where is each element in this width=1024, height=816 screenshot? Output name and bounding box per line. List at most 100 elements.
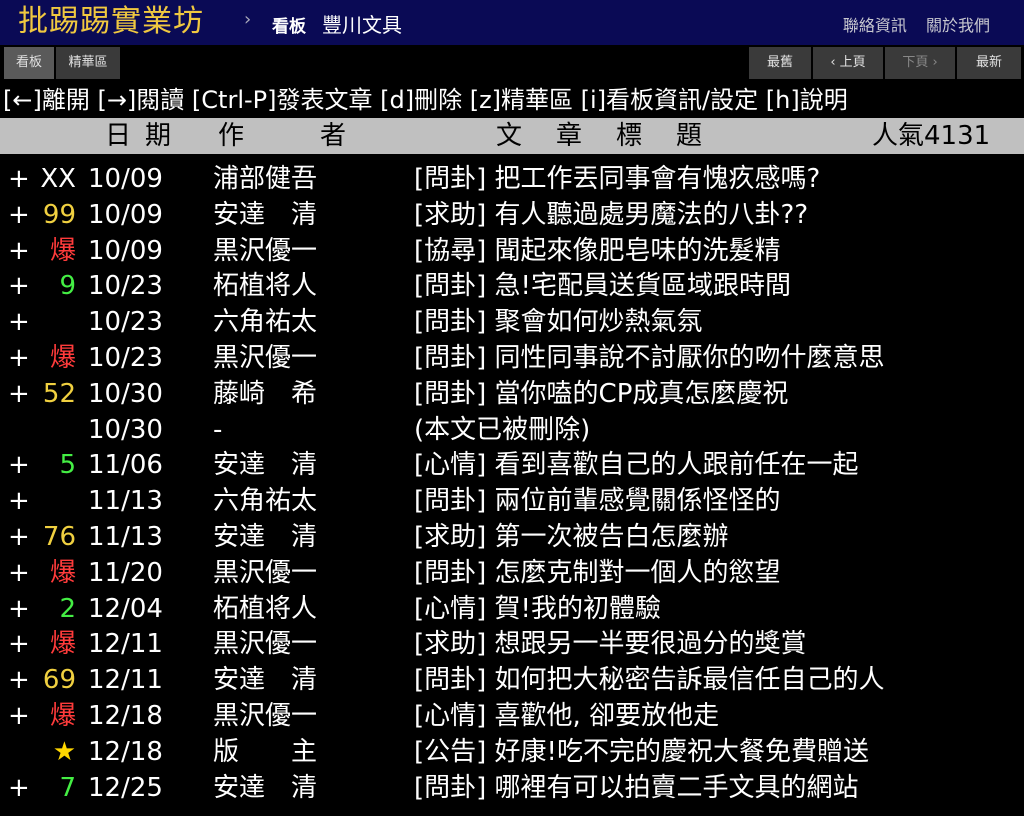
post-mark: + — [8, 199, 30, 230]
push-count: 爆 — [49, 235, 76, 266]
post-row[interactable]: +5 11/06 安達 清 [心情] 看到喜歡自己的人跟前任在一起 — [0, 448, 1024, 484]
site-header: 批踢踢實業坊 › 看板 豐川文具 聯絡資訊 關於我們 — [0, 0, 1024, 45]
post-mark: + — [8, 593, 30, 624]
post-author: 柘植将人 — [213, 593, 318, 624]
post-mark: + — [8, 700, 30, 731]
post-author: 黒沢優一 — [213, 235, 318, 266]
header-links: 聯絡資訊 關於我們 — [829, 12, 990, 36]
post-author: 藤崎 希 — [213, 378, 318, 409]
post-mark: + — [8, 235, 30, 266]
post-date: 10/23 — [88, 342, 163, 373]
post-title-link[interactable]: [問卦] 當你嗑的CP成真怎麼慶祝 — [414, 377, 788, 413]
post-author: 黒沢優一 — [213, 342, 318, 373]
breadcrumb-board-label[interactable]: 看板 — [272, 12, 306, 37]
site-logo[interactable]: 批踢踢實業坊 — [18, 2, 204, 42]
post-row[interactable]: ★ 12/18 版 主 [公告] 好康!吃不完的慶祝大餐免費贈送 — [0, 735, 1024, 771]
post-date: 12/11 — [88, 665, 163, 696]
header-title: 文 章 標 題 — [496, 121, 707, 151]
toolbar: 看板 精華區 最舊 ‹ 上頁 下頁 › 最新 — [0, 45, 1024, 81]
post-date: 12/25 — [88, 772, 163, 803]
post-mark: + — [8, 486, 30, 517]
post-title-link[interactable]: [問卦] 哪裡有可以拍賣二手文具的網站 — [414, 771, 859, 807]
post-row[interactable]: +76 11/13 安達 清 [求助] 第一次被告白怎麼辦 — [0, 520, 1024, 556]
post-title-link[interactable]: [心情] 喜歡他, 卻要放他走 — [414, 699, 719, 735]
post-mark: + — [8, 665, 30, 696]
post-title-link[interactable]: [心情] 賀!我的初體驗 — [414, 592, 661, 628]
push-count: 52 — [42, 378, 76, 409]
post-author: 六角祐太 — [213, 486, 318, 517]
post-row[interactable]: + 爆 11/20 黒沢優一 [問卦] 怎麼克制對一個人的慾望 — [0, 556, 1024, 592]
breadcrumb-board-name[interactable]: 豐川文具 — [322, 9, 402, 38]
post-row[interactable]: 10/30 - (本文已被刪除) — [0, 413, 1024, 449]
post-date: 11/13 — [88, 486, 163, 517]
post-row[interactable]: +7 12/25 安達 清 [問卦] 哪裡有可以拍賣二手文具的網站 — [0, 771, 1024, 807]
post-author: 版 主 — [213, 736, 318, 767]
post-title-link[interactable]: [心情] 看到喜歡自己的人跟前任在一起 — [414, 448, 859, 484]
tab-digest[interactable]: 精華區 — [56, 47, 120, 79]
newest-page-button[interactable]: 最新 — [957, 47, 1021, 79]
header-author: 作 者 — [218, 121, 355, 151]
post-title-link[interactable]: [求助] 有人聽過處男魔法的八卦?? — [414, 198, 808, 234]
push-count: XX — [40, 164, 76, 194]
post-title-link[interactable]: [問卦] 兩位前輩感覺關係怪怪的 — [414, 484, 781, 520]
post-author: - — [213, 414, 223, 445]
post-row[interactable]: +2 12/04 柘植将人 [心情] 賀!我的初體驗 — [0, 592, 1024, 628]
post-title-link[interactable]: [求助] 想跟另一半要很過分的獎賞 — [414, 627, 807, 663]
list-header: 日期 作 者 文 章 標 題 人氣4131 — [0, 118, 1024, 154]
post-row[interactable]: +69 12/11 安達 清 [問卦] 如何把大秘密告訴最信任自己的人 — [0, 663, 1024, 699]
post-row[interactable]: + 爆 10/09 黒沢優一 [協尋] 聞起來像肥皂味的洗髮精 — [0, 234, 1024, 270]
push-count: 69 — [42, 665, 76, 696]
post-date: 11/06 — [88, 450, 163, 481]
oldest-page-button[interactable]: 最舊 — [749, 47, 811, 79]
post-mark: + — [8, 772, 30, 803]
post-author: 六角祐太 — [213, 307, 318, 338]
post-date: 10/23 — [88, 307, 163, 338]
post-title-link[interactable]: [問卦] 急!宅配員送貨區域跟時間 — [414, 269, 791, 305]
post-row[interactable]: +52 10/30 藤崎 希 [問卦] 當你嗑的CP成真怎麼慶祝 — [0, 377, 1024, 413]
push-count: 2 — [59, 593, 76, 624]
post-title-link[interactable]: (本文已被刪除) — [414, 413, 590, 449]
post-row[interactable]: +11/13 六角祐太 [問卦] 兩位前輩感覺關係怪怪的 — [0, 484, 1024, 520]
post-list: + XX 10/09 浦部健吾 [問卦] 把工作丟同事會有愧疚感嗎? +99 10/09 安達… — [0, 162, 1024, 806]
post-date: 12/18 — [88, 736, 163, 767]
post-date: 11/13 — [88, 521, 163, 552]
header-date: 日期 — [105, 121, 186, 151]
tab-board[interactable]: 看板 — [4, 47, 54, 79]
post-date: 10/23 — [88, 271, 163, 302]
post-title-link[interactable]: [問卦] 聚會如何炒熱氣氛 — [414, 305, 703, 341]
post-author: 黒沢優一 — [213, 629, 318, 660]
post-author: 安達 清 — [213, 521, 318, 552]
prev-page-button[interactable]: ‹ 上頁 — [813, 47, 883, 79]
post-title-link[interactable]: [協尋] 聞起來像肥皂味的洗髮精 — [414, 234, 781, 270]
post-title-link[interactable]: [公告] 好康!吃不完的慶祝大餐免費贈送 — [414, 735, 869, 771]
post-date: 10/30 — [88, 414, 163, 445]
post-title-link[interactable]: [問卦] 怎麼克制對一個人的慾望 — [414, 556, 781, 592]
post-row[interactable]: + XX 10/09 浦部健吾 [問卦] 把工作丟同事會有愧疚感嗎? — [0, 162, 1024, 198]
post-title-link[interactable]: [問卦] 把工作丟同事會有愧疚感嗎? — [414, 162, 820, 198]
post-author: 安達 清 — [213, 199, 318, 230]
push-count: 爆 — [49, 342, 76, 373]
post-author: 黒沢優一 — [213, 557, 318, 588]
post-author: 黒沢優一 — [213, 700, 318, 731]
next-page-button[interactable]: 下頁 › — [885, 47, 955, 79]
post-author: 安達 清 — [213, 772, 318, 803]
post-row[interactable]: + 爆 12/18 黒沢優一 [心情] 喜歡他, 卻要放他走 — [0, 699, 1024, 735]
post-row[interactable]: +99 10/09 安達 清 [求助] 有人聽過處男魔法的八卦?? — [0, 198, 1024, 234]
post-date: 10/09 — [88, 199, 163, 230]
post-author: 柘植将人 — [213, 271, 318, 302]
about-link[interactable]: 關於我們 — [926, 16, 990, 35]
post-row[interactable]: + 爆 10/23 黒沢優一 [問卦] 同性同事說不討厭你的吻什麼意思 — [0, 341, 1024, 377]
command-bar: [←]離開 [→]閱讀 [Ctrl-P]發表文章 [d]刪除 [z]精華區 [i… — [3, 86, 848, 114]
post-row[interactable]: + 爆 12/11 黒沢優一 [求助] 想跟另一半要很過分的獎賞 — [0, 627, 1024, 663]
post-row[interactable]: +9 10/23 柘植将人 [問卦] 急!宅配員送貨區域跟時間 — [0, 269, 1024, 305]
contact-link[interactable]: 聯絡資訊 — [843, 16, 907, 35]
post-mark: + — [8, 629, 30, 660]
post-date: 12/04 — [88, 593, 163, 624]
post-row[interactable]: +10/23 六角祐太 [問卦] 聚會如何炒熱氣氛 — [0, 305, 1024, 341]
post-date: 12/18 — [88, 700, 163, 731]
post-title-link[interactable]: [求助] 第一次被告白怎麼辦 — [414, 520, 729, 556]
push-count: 5 — [59, 450, 76, 481]
post-title-link[interactable]: [問卦] 同性同事說不討厭你的吻什麼意思 — [414, 341, 885, 377]
post-date: 11/20 — [88, 557, 163, 588]
post-title-link[interactable]: [問卦] 如何把大秘密告訴最信任自己的人 — [414, 663, 885, 699]
